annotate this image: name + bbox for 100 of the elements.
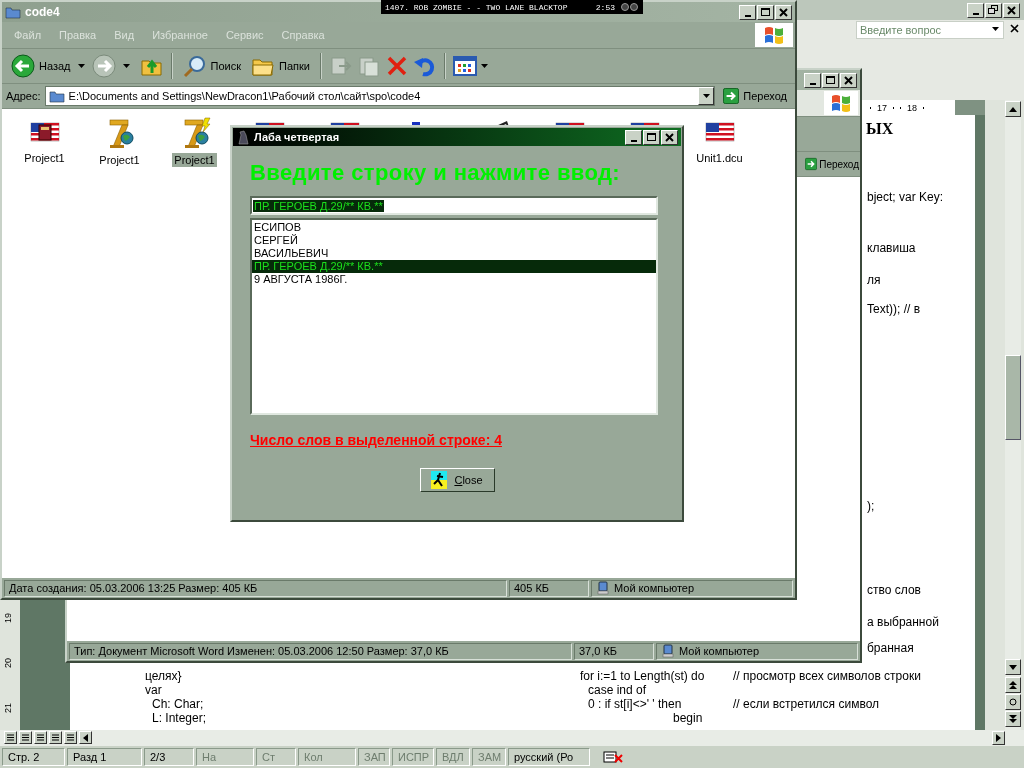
minimize-button[interactable] xyxy=(739,4,756,20)
view-button[interactable] xyxy=(49,731,62,744)
list-box[interactable]: ЕСИПОВ СЕРГЕЙ ВАСИЛЬЕВИЧ ПР. ГЕРОЕВ Д.29/** КВ.** 9 АВГУСТА 1986Г. xyxy=(250,218,658,415)
go-button[interactable]: Переход xyxy=(805,157,859,171)
address-field[interactable]: E:\Documents and Settings\NewDracon1\Рабочий стол\сайт\spo\code4 xyxy=(44,86,716,106)
text-field[interactable]: ПР. ГЕРОЕВ Д.29/** КВ.** xyxy=(250,196,658,215)
player-controls-icon[interactable] xyxy=(621,2,639,12)
view-button[interactable] xyxy=(64,731,77,744)
ruler-number: 17 xyxy=(877,102,887,113)
lines-icon xyxy=(22,734,29,741)
minimize-icon xyxy=(972,12,979,15)
word-count-text: Число слов в выделенной строке: 4 xyxy=(250,432,502,448)
help-field[interactable]: Введите вопрос xyxy=(856,21,1004,39)
search-button[interactable]: Поиск xyxy=(179,52,244,80)
go-button[interactable]: Переход xyxy=(719,88,791,104)
window-title: code4 xyxy=(25,5,60,19)
document-text: клавиша xyxy=(867,241,916,255)
minimize-icon xyxy=(809,82,816,85)
close-button[interactable] xyxy=(840,72,857,88)
horizontal-scrollbar[interactable] xyxy=(0,730,1024,746)
spelling-book-icon xyxy=(602,750,624,764)
go-arrow-icon xyxy=(723,88,740,104)
folders-button[interactable]: Папки xyxy=(248,53,313,79)
ruler-margin xyxy=(955,100,985,115)
document-text: ля xyxy=(867,273,881,287)
status-field: ЗАП xyxy=(358,748,390,766)
list-item[interactable]: ВАСИЛЬЕВИЧ xyxy=(252,247,656,260)
maximize-button[interactable] xyxy=(822,72,839,88)
scroll-left-button[interactable] xyxy=(79,731,92,744)
status-text: Дата создания: 05.03.2006 13:25 Размер: 405 КБ xyxy=(4,579,507,597)
circle-icon xyxy=(1009,698,1017,706)
restore-icon xyxy=(987,4,1000,16)
right-arrow-icon xyxy=(996,734,1001,742)
code-line: L: Integer; xyxy=(152,711,207,725)
list-item[interactable]: 9 АВГУСТА 1986Г. xyxy=(252,273,656,286)
search-icon xyxy=(182,54,207,78)
file-label[interactable]: Project1 xyxy=(22,151,67,165)
back-button[interactable]: Назад xyxy=(8,52,74,80)
list-item[interactable]: ЕСИПОВ xyxy=(252,221,656,234)
previous-page-button[interactable] xyxy=(1005,677,1021,693)
minimize-button[interactable] xyxy=(804,72,821,88)
status-field: 2/3 xyxy=(144,748,194,766)
status-field: русский (Ро xyxy=(508,748,590,766)
file-label[interactable]: Unit1.dcu xyxy=(694,151,745,165)
dialog-title: Лаба четвертая xyxy=(254,131,340,143)
view-button[interactable] xyxy=(34,731,47,744)
close-button[interactable] xyxy=(775,4,792,20)
close-icon[interactable] xyxy=(1010,24,1019,33)
ruler-number: 19 xyxy=(3,613,13,623)
left-arrow-icon xyxy=(83,733,88,742)
document-text: бранная xyxy=(867,641,914,655)
status-field: Разд 1 xyxy=(67,748,142,766)
next-page-button[interactable] xyxy=(1005,711,1021,727)
views-icon[interactable] xyxy=(452,55,477,77)
close-button[interactable]: Close xyxy=(419,468,495,492)
scroll-thumb[interactable] xyxy=(1005,355,1021,440)
code-line: целях} xyxy=(145,669,182,683)
document-text: ство слов xyxy=(867,583,921,597)
maximize-button[interactable] xyxy=(757,4,774,20)
close-icon xyxy=(777,6,790,18)
caret-icon xyxy=(702,94,710,98)
computer-icon xyxy=(661,644,675,658)
minimize-button[interactable] xyxy=(625,129,642,145)
status-field: Кол xyxy=(298,748,356,766)
status-text: 37,0 КБ xyxy=(574,642,654,660)
windows-logo-icon xyxy=(830,93,852,113)
close-button[interactable] xyxy=(661,129,678,145)
status-field: На xyxy=(196,748,254,766)
scroll-down-button[interactable] xyxy=(1005,659,1021,675)
scroll-right-button[interactable] xyxy=(992,731,1005,745)
document-text: Text)); // в xyxy=(867,302,921,316)
computer-icon xyxy=(596,581,610,595)
maximize-button[interactable] xyxy=(643,129,660,145)
address-label: Адрес: xyxy=(6,90,41,102)
list-item[interactable]: СЕРГЕЙ xyxy=(252,234,656,247)
code-line: case ind of xyxy=(588,683,647,697)
down-arrow-icon xyxy=(1009,664,1017,670)
heading-text: ЫХ xyxy=(866,120,894,138)
ruler-number: 18 xyxy=(907,102,918,113)
close-button[interactable] xyxy=(1003,2,1020,18)
folder-icon xyxy=(48,89,65,103)
scroll-up-button[interactable] xyxy=(1005,101,1021,117)
minimize-button[interactable] xyxy=(967,2,984,18)
running-figure-icon xyxy=(431,471,448,489)
document-text: bject; var Key: xyxy=(867,190,944,204)
minimize-icon xyxy=(630,139,637,142)
dropdown-button[interactable] xyxy=(698,87,715,105)
list-item[interactable]: ПР. ГЕРОЕВ Д.29/** КВ.** xyxy=(252,260,656,273)
view-button[interactable] xyxy=(19,731,32,744)
status-field: ЗАМ xyxy=(472,748,506,766)
close-icon xyxy=(663,131,676,143)
code-line: for i:=1 to Length(st) do xyxy=(580,669,705,683)
file-label[interactable]: Project1 xyxy=(97,153,142,167)
browse-object-button[interactable] xyxy=(1005,694,1021,710)
lines-icon xyxy=(7,734,14,741)
document-text: ); xyxy=(867,499,875,513)
restore-button[interactable] xyxy=(985,2,1002,18)
track-time: 2:53 xyxy=(595,2,615,12)
view-button[interactable] xyxy=(4,731,17,744)
file-label[interactable]: Project1 xyxy=(172,153,217,167)
